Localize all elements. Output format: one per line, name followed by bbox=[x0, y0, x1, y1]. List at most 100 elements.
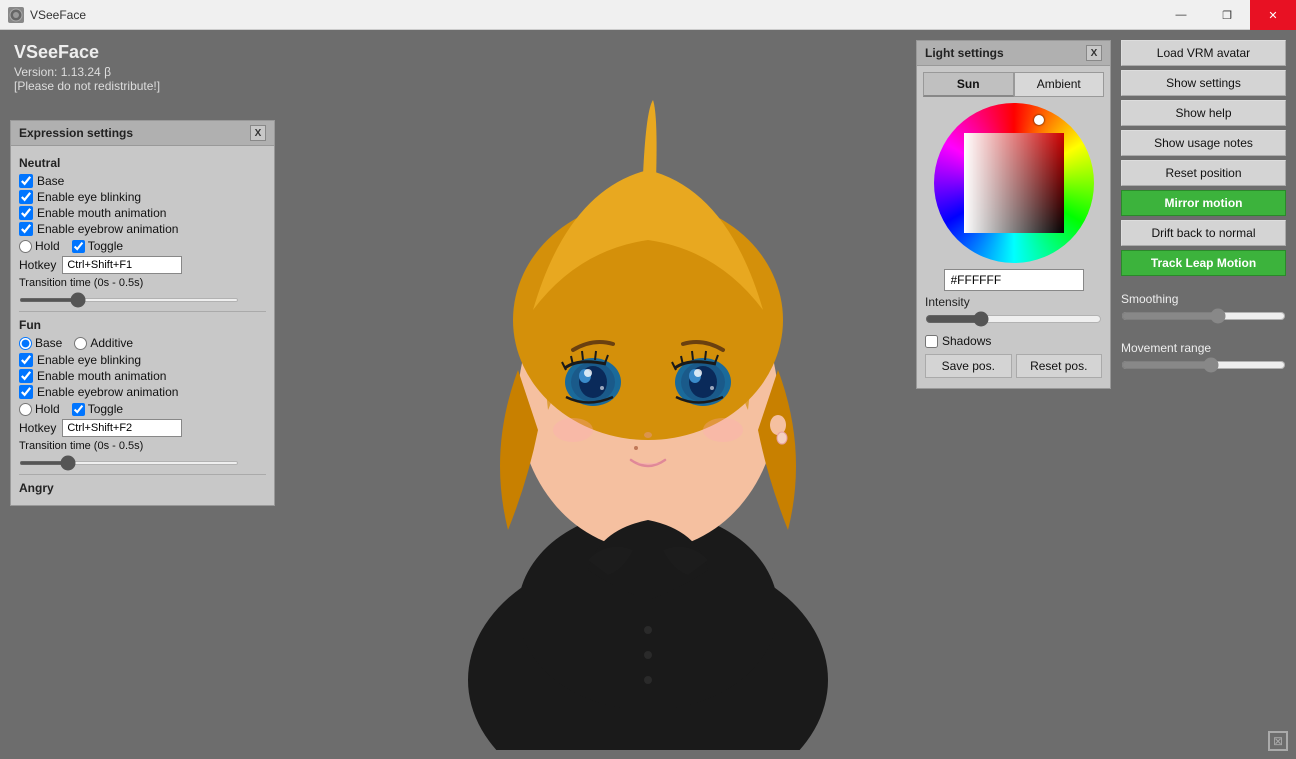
avatar-svg bbox=[388, 30, 908, 750]
neutral-hotkey-label: Hotkey bbox=[19, 258, 56, 272]
titlebar-controls: — ❐ ✕ bbox=[1158, 0, 1296, 29]
titlebar: VSeeFace — ❐ ✕ bbox=[0, 0, 1296, 30]
color-wheel[interactable] bbox=[934, 103, 1094, 263]
expression-panel-title: Expression settings bbox=[19, 126, 133, 140]
fun-eyebrow-label: Enable eyebrow animation bbox=[37, 385, 178, 399]
load-vrm-button[interactable]: Load VRM avatar bbox=[1121, 40, 1286, 66]
expression-panel-content: Neutral Base Enable eye blinking Enable … bbox=[11, 146, 274, 505]
fun-base-label: Base bbox=[35, 336, 62, 350]
track-leap-button[interactable]: Track Leap Motion bbox=[1121, 250, 1286, 276]
neutral-hotkey-input[interactable] bbox=[62, 256, 182, 274]
app-title-area: VSeeFace Version: 1.13.24 β [Please do n… bbox=[14, 42, 160, 93]
fun-base-radio[interactable] bbox=[19, 337, 32, 350]
neutral-eye-blink-row: Enable eye blinking bbox=[19, 190, 266, 204]
fun-toggle-label: Toggle bbox=[88, 402, 123, 416]
reset-position-button[interactable]: Reset position bbox=[1121, 160, 1286, 186]
fun-eyebrow-checkbox[interactable] bbox=[19, 385, 33, 399]
neutral-section-label: Neutral bbox=[19, 156, 266, 170]
app-name: VSeeFace bbox=[14, 42, 160, 63]
neutral-hold-radio[interactable] bbox=[19, 240, 32, 253]
drift-back-button[interactable]: Drift back to normal bbox=[1121, 220, 1286, 246]
fun-hold-toggle-row: Hold Toggle bbox=[19, 402, 266, 416]
intensity-slider[interactable] bbox=[925, 311, 1102, 327]
corner-resize-icon[interactable]: ⊠ bbox=[1268, 731, 1288, 751]
intensity-label: Intensity bbox=[925, 295, 1102, 309]
fun-toggle-checkbox[interactable] bbox=[72, 403, 85, 416]
fun-hold-label: Hold bbox=[35, 402, 60, 416]
save-reset-row: Save pos. Reset pos. bbox=[925, 354, 1102, 378]
neutral-hotkey-row: Hotkey bbox=[19, 256, 266, 274]
fun-additive-item: Additive bbox=[74, 336, 133, 350]
divider-2 bbox=[19, 474, 266, 475]
expression-panel-close[interactable]: X bbox=[250, 125, 266, 141]
neutral-mouth-row: Enable mouth animation bbox=[19, 206, 266, 220]
neutral-transition-label: Transition time (0s - 0.5s) bbox=[19, 277, 266, 289]
fun-eyebrow-row: Enable eyebrow animation bbox=[19, 385, 266, 399]
show-help-button[interactable]: Show help bbox=[1121, 100, 1286, 126]
app-version: Version: 1.13.24 β bbox=[14, 65, 160, 79]
fun-transition-slider[interactable] bbox=[19, 461, 239, 465]
movement-range-label: Movement range bbox=[1121, 341, 1286, 355]
fun-mouth-row: Enable mouth animation bbox=[19, 369, 266, 383]
smoothing-label: Smoothing bbox=[1121, 292, 1286, 306]
fun-eye-blink-label: Enable eye blinking bbox=[37, 353, 141, 367]
show-settings-button[interactable]: Show settings bbox=[1121, 70, 1286, 96]
light-tabs: Sun Ambient bbox=[923, 72, 1104, 97]
neutral-eye-blink-label: Enable eye blinking bbox=[37, 190, 141, 204]
fun-hold-item: Hold bbox=[19, 402, 60, 416]
fun-additive-radio[interactable] bbox=[74, 337, 87, 350]
color-wheel-container[interactable] bbox=[917, 103, 1110, 263]
color-hex-row bbox=[923, 269, 1104, 291]
fun-eye-blink-checkbox[interactable] bbox=[19, 353, 33, 367]
save-pos-button[interactable]: Save pos. bbox=[925, 354, 1012, 378]
neutral-eyebrow-label: Enable eyebrow animation bbox=[37, 222, 178, 236]
neutral-base-row: Base bbox=[19, 174, 266, 188]
fun-transition-label: Transition time (0s - 0.5s) bbox=[19, 440, 266, 452]
movement-range-slider[interactable] bbox=[1121, 357, 1286, 373]
light-panel-title: Light settings bbox=[925, 46, 1004, 60]
neutral-hold-item: Hold bbox=[19, 239, 60, 253]
divider-1 bbox=[19, 311, 266, 312]
light-panel-close[interactable]: X bbox=[1086, 45, 1102, 61]
neutral-eyebrow-checkbox[interactable] bbox=[19, 222, 33, 236]
fun-base-additive-row: Base Additive bbox=[19, 336, 266, 350]
light-tab-ambient[interactable]: Ambient bbox=[1014, 72, 1105, 97]
fun-mouth-label: Enable mouth animation bbox=[37, 369, 166, 383]
smoothing-container: Smoothing bbox=[1121, 286, 1286, 327]
fun-hotkey-label: Hotkey bbox=[19, 421, 56, 435]
shadows-row: Shadows bbox=[925, 334, 1102, 348]
app-note: [Please do not redistribute!] bbox=[14, 79, 160, 93]
fun-hold-radio[interactable] bbox=[19, 403, 32, 416]
angry-section-label: Angry bbox=[19, 481, 266, 495]
restore-button[interactable]: ❐ bbox=[1204, 0, 1250, 30]
reset-pos-button[interactable]: Reset pos. bbox=[1016, 354, 1103, 378]
titlebar-left: VSeeFace bbox=[0, 7, 86, 23]
fun-eye-blink-row: Enable eye blinking bbox=[19, 353, 266, 367]
fun-hotkey-input[interactable] bbox=[62, 419, 182, 437]
shadows-checkbox[interactable] bbox=[925, 335, 938, 348]
neutral-mouth-label: Enable mouth animation bbox=[37, 206, 166, 220]
minimize-button[interactable]: — bbox=[1158, 0, 1204, 30]
neutral-transition-slider[interactable] bbox=[19, 298, 239, 302]
app-icon bbox=[8, 7, 24, 23]
smoothing-slider[interactable] bbox=[1121, 308, 1286, 324]
movement-range-container: Movement range bbox=[1121, 335, 1286, 376]
neutral-eye-blink-checkbox[interactable] bbox=[19, 190, 33, 204]
light-tab-sun[interactable]: Sun bbox=[923, 72, 1014, 97]
close-button[interactable]: ✕ bbox=[1250, 0, 1296, 30]
mirror-motion-button[interactable]: Mirror motion bbox=[1121, 190, 1286, 216]
neutral-hold-toggle-row: Hold Toggle bbox=[19, 239, 266, 253]
neutral-base-checkbox[interactable] bbox=[19, 174, 33, 188]
fun-section-label: Fun bbox=[19, 318, 266, 332]
neutral-base-label: Base bbox=[37, 174, 64, 188]
neutral-mouth-checkbox[interactable] bbox=[19, 206, 33, 220]
fun-hotkey-row: Hotkey bbox=[19, 419, 266, 437]
fun-additive-label: Additive bbox=[90, 336, 133, 350]
fun-base-item: Base bbox=[19, 336, 62, 350]
show-usage-notes-button[interactable]: Show usage notes bbox=[1121, 130, 1286, 156]
right-panel: Load VRM avatar Show settings Show help … bbox=[1121, 40, 1286, 376]
neutral-toggle-checkbox[interactable] bbox=[72, 240, 85, 253]
fun-mouth-checkbox[interactable] bbox=[19, 369, 33, 383]
color-wheel-inner[interactable] bbox=[964, 133, 1064, 233]
color-hex-input[interactable] bbox=[944, 269, 1084, 291]
